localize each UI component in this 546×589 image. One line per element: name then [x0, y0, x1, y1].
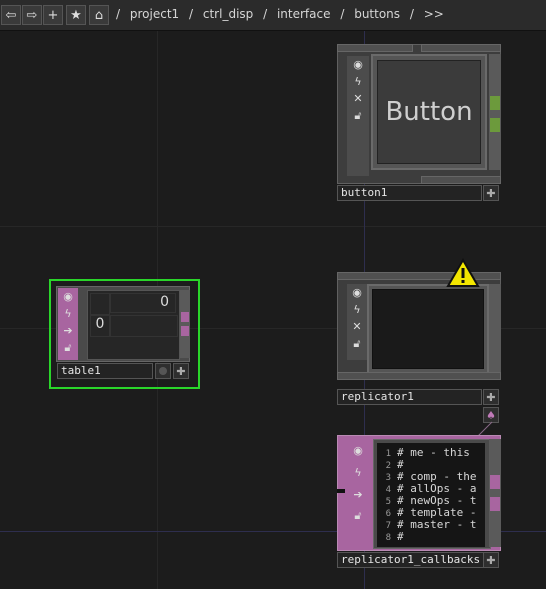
- output-connector[interactable]: [490, 475, 500, 489]
- output-connector[interactable]: [181, 326, 189, 336]
- node-replicator1-sidebar: ◉ ϟ ✕ 🔓︎: [347, 284, 367, 360]
- node-expand-button[interactable]: ✚: [483, 389, 499, 405]
- viewer-icon[interactable]: ◉: [349, 439, 367, 461]
- table-cell: [90, 293, 110, 315]
- add-button[interactable]: +: [43, 5, 63, 25]
- node-label[interactable]: replicator1: [337, 389, 482, 405]
- node-bypass-button[interactable]: [155, 363, 171, 379]
- breadcrumb-separator: /: [116, 7, 121, 21]
- node-button1[interactable]: ◉ ϟ ✕ 🔓︎ Button button1 ✚: [337, 44, 501, 202]
- node-label[interactable]: button1: [337, 185, 482, 201]
- star-icon: ★: [70, 7, 82, 23]
- output-connector[interactable]: [181, 312, 189, 322]
- arrow-right-icon: ⇨: [26, 7, 38, 23]
- node-table1-sidebar: ◉ ϟ ➔ 🔓︎: [58, 288, 78, 360]
- code-line: 7 # master - t: [385, 518, 477, 532]
- arrow-right-icon[interactable]: ➔: [59, 322, 77, 339]
- node-expand-button[interactable]: ✚: [483, 552, 499, 568]
- node-table1[interactable]: ◉ ϟ ➔ 🔓︎ 0 0 table1 ✚: [49, 279, 200, 389]
- breadcrumb-separator: /: [189, 7, 194, 21]
- network-toolbar: ⇦ ⇨ + ★ ⌂ / project1 / ctrl_disp / inter…: [0, 0, 546, 31]
- close-icon[interactable]: ✕: [348, 318, 366, 335]
- viewer-icon[interactable]: ◉: [349, 56, 367, 73]
- forward-button[interactable]: ⇨: [22, 5, 42, 25]
- arrow-right-icon[interactable]: ➔: [349, 483, 367, 505]
- output-connector[interactable]: [490, 497, 500, 511]
- warning-icon[interactable]: [446, 257, 480, 288]
- viewer-icon[interactable]: ◉: [348, 284, 366, 301]
- bookmark-button[interactable]: ★: [66, 5, 86, 25]
- table1-viewer[interactable]: 0 0: [87, 290, 180, 360]
- button1-viewer-text: Button: [385, 97, 473, 127]
- button1-viewer[interactable]: Button: [371, 54, 487, 170]
- breadcrumb-ctrl-disp[interactable]: ctrl_disp: [203, 7, 253, 21]
- node-expand-button[interactable]: ✚: [483, 185, 499, 201]
- node-replicator1[interactable]: ◉ ϟ ✕ 🔓︎ replicator1 ✚ ♠: [337, 257, 501, 423]
- home-icon: ⌂: [94, 7, 104, 23]
- callbacks-code-viewer[interactable]: 1 # me - this 2 # 3 # comp - the 4 # allOps …: [377, 443, 485, 547]
- breadcrumb-separator: /: [263, 7, 268, 21]
- cook-icon[interactable]: ϟ: [349, 461, 367, 483]
- viewer-icon[interactable]: ◉: [59, 288, 77, 305]
- breadcrumb-separator: /: [340, 7, 345, 21]
- table-cell: 0: [90, 315, 110, 337]
- table-cell: [110, 315, 178, 337]
- breadcrumb-project1[interactable]: project1: [130, 7, 179, 21]
- plus-icon: +: [47, 7, 59, 23]
- node-label[interactable]: table1: [57, 363, 153, 379]
- output-connector[interactable]: [490, 96, 500, 110]
- node-replicator1-callbacks[interactable]: ◉ ϟ ➔ 🔓︎ 1 # me - this 2 # 3 # comp - the 4…: [337, 435, 501, 570]
- lock-icon[interactable]: 🔓︎: [349, 107, 367, 124]
- lock-icon[interactable]: 🔓︎: [59, 339, 77, 356]
- cook-icon[interactable]: ϟ: [349, 73, 367, 90]
- cook-icon[interactable]: ϟ: [59, 305, 77, 322]
- home-button[interactable]: ⌂: [89, 5, 109, 25]
- table-cell: 0: [110, 293, 176, 313]
- breadcrumb-buttons[interactable]: buttons: [354, 7, 400, 21]
- node-expand-button[interactable]: ✚: [173, 363, 189, 379]
- breadcrumb-more[interactable]: >>: [424, 7, 444, 21]
- back-button[interactable]: ⇦: [1, 5, 21, 25]
- code-line: 8 #: [385, 530, 404, 544]
- breadcrumb-separator: /: [409, 7, 414, 21]
- lock-icon[interactable]: 🔓︎: [349, 505, 367, 527]
- arrow-left-icon: ⇦: [5, 7, 17, 23]
- breadcrumb: / project1 / ctrl_disp / interface / but…: [116, 7, 450, 21]
- node-label[interactable]: replicator1_callbacks: [337, 552, 487, 568]
- breadcrumb-interface[interactable]: interface: [277, 7, 331, 21]
- replicator1-viewer[interactable]: [367, 284, 489, 374]
- lock-icon[interactable]: 🔓︎: [348, 335, 366, 352]
- code-line: 1 # me - this: [385, 446, 470, 460]
- cook-icon[interactable]: ϟ: [348, 301, 366, 318]
- input-connector[interactable]: [337, 489, 345, 493]
- close-icon[interactable]: ✕: [349, 90, 367, 107]
- node-callbacks-sidebar: ◉ ϟ ➔ 🔓︎: [347, 439, 369, 547]
- output-connector[interactable]: [490, 118, 500, 132]
- node-button1-sidebar: ◉ ϟ ✕ 🔓︎: [347, 56, 369, 176]
